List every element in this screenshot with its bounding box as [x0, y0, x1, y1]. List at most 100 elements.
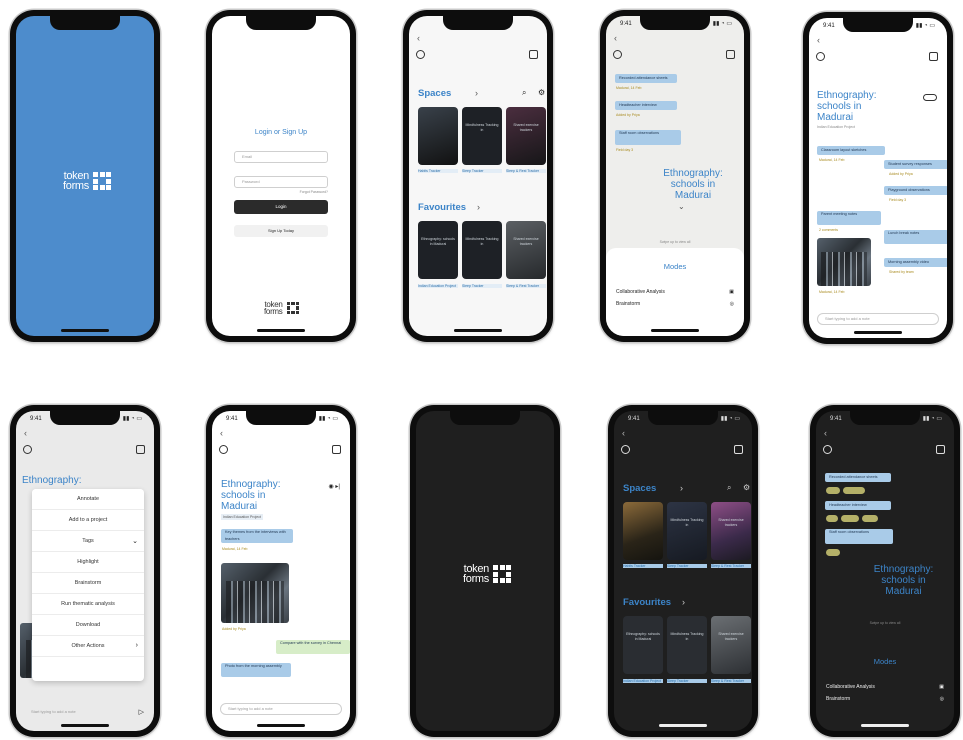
menu-item-highlight[interactable]: Highlight [32, 552, 144, 573]
settings-icon[interactable]: ⚙ [538, 88, 545, 97]
space-card[interactable]: Shared exercise trackers [711, 502, 751, 560]
favourite-card[interactable]: Ethnography: schools in Madurai [418, 221, 458, 279]
project-title: Ethnography: schools in Madurai [817, 90, 907, 123]
user-icon[interactable] [23, 445, 32, 454]
favourites-heading[interactable]: Favourites [623, 597, 671, 608]
email-field[interactable]: Email [234, 151, 328, 163]
modes-heading: Modes [873, 657, 897, 666]
space-card[interactable] [623, 502, 663, 560]
chevron-right-icon[interactable]: › [477, 202, 480, 212]
search-icon[interactable]: ⌕ [522, 88, 526, 98]
user-icon[interactable] [219, 445, 228, 454]
back-chevron-icon[interactable]: ‹ [614, 33, 617, 43]
menu-item-download[interactable]: Download [32, 615, 144, 636]
space-card[interactable] [418, 107, 458, 165]
splash-screen-dark: token forms [416, 411, 554, 731]
project-title[interactable]: Ethnography: schools in Madurai [648, 168, 738, 201]
home-icon[interactable] [936, 445, 945, 454]
note-chip[interactable]: Playground observations [884, 186, 947, 195]
home-icon[interactable] [136, 445, 145, 454]
chevron-right-icon[interactable]: › [682, 597, 685, 607]
user-icon[interactable] [613, 50, 622, 59]
phone-project-modes-light: 9:41 ▮▮ ◔ ▭ ‹ Recorded attendance sheets … [600, 10, 750, 342]
note-input[interactable]: Start typing to add a note [817, 313, 939, 325]
menu-item-annotate[interactable]: Annotate [32, 489, 144, 510]
note-chip[interactable]: Lunch break notes [884, 230, 947, 244]
favourite-card[interactable]: Shared exercise trackers [711, 616, 751, 674]
note-chip[interactable]: Classroom layout sketches [817, 146, 885, 155]
mode-item[interactable]: Collaborative Analysis [616, 289, 665, 295]
note-input[interactable]: Start typing to add a note [220, 703, 342, 715]
menu-item-add-to-project[interactable]: Add to a project [32, 510, 144, 531]
space-card[interactable]: Mindfulness Tracking in [667, 502, 707, 560]
chevron-down-icon[interactable]: ⌄ [678, 202, 685, 211]
sign-up-link[interactable]: Sign Up Today [234, 225, 328, 237]
login-title: Login or Sign Up [254, 129, 308, 136]
note-chip[interactable]: Parent meeting notes [817, 211, 881, 225]
favourite-card[interactable]: Shared exercise trackers [506, 221, 546, 279]
home-icon[interactable] [529, 50, 538, 59]
classroom-photo[interactable] [817, 238, 871, 286]
user-icon[interactable] [416, 50, 425, 59]
project-title[interactable]: Ethnography: schools in Madurai [861, 564, 946, 597]
home-icon[interactable] [332, 445, 341, 454]
chevron-right-icon[interactable]: › [475, 88, 478, 98]
password-field[interactable]: Password [234, 176, 328, 188]
menu-item-brainstorm[interactable]: Brainstorm [32, 573, 144, 594]
space-card[interactable]: Mindfulness Tracking in [462, 107, 502, 165]
note-input[interactable]: Start typing to add a note [24, 707, 146, 719]
chat-bubble[interactable]: Key themes from the interviews with teac… [221, 529, 293, 543]
back-chevron-icon[interactable]: ‹ [824, 428, 827, 438]
menu-item-tags[interactable]: Tags [32, 531, 144, 552]
back-chevron-icon[interactable]: ‹ [24, 428, 27, 438]
home-icon[interactable] [929, 52, 938, 61]
chat-bubble[interactable]: Photo from the morning assembly [221, 663, 291, 677]
mode-item[interactable]: Brainstorm [616, 301, 640, 307]
note-chip[interactable]: Recorded attendance sheets [825, 473, 891, 482]
note-chip[interactable]: Headteacher interview [825, 501, 891, 510]
note-chip[interactable]: Headteacher interview [615, 101, 677, 110]
back-chevron-icon[interactable]: ‹ [622, 428, 625, 438]
back-chevron-icon[interactable]: ‹ [220, 428, 223, 438]
favourites-heading[interactable]: Favourites [418, 202, 466, 213]
back-chevron-icon[interactable]: ‹ [417, 33, 420, 43]
mode-item[interactable]: Brainstorm [826, 696, 850, 702]
spaces-heading[interactable]: Spaces [623, 483, 656, 494]
home-icon[interactable] [734, 445, 743, 454]
settings-icon[interactable]: ⚙ [743, 483, 750, 492]
user-icon[interactable] [816, 52, 825, 61]
user-icon[interactable] [823, 445, 832, 454]
favourite-card[interactable]: Mindfulness Tracking in [462, 221, 502, 279]
space-card-label: Sleep Tracker [462, 169, 502, 173]
toggle-icon[interactable]: ◉ ▸| [329, 483, 340, 490]
project-subtitle: Indian Education Project [817, 125, 855, 129]
note-chip[interactable]: Student survey responses [884, 160, 947, 169]
search-icon[interactable]: ⌕ [727, 483, 731, 493]
favourite-card[interactable]: Mindfulness Tracking in [667, 616, 707, 674]
forgot-password-link[interactable]: Forgot Password? [300, 190, 328, 194]
login-button[interactable]: Login [234, 200, 328, 214]
chip-note: Shared by team [889, 270, 914, 274]
brand-line-2: forms [63, 180, 90, 192]
menu-item-other-actions[interactable]: Other Actions [32, 636, 144, 657]
classroom-photo[interactable] [221, 563, 289, 623]
note-chip[interactable]: Recorded attendance sheets [615, 74, 677, 83]
favourite-card[interactable]: Ethnography: schools in Madurai [623, 616, 663, 674]
mode-item[interactable]: Collaborative Analysis [826, 684, 875, 690]
home-icon[interactable] [726, 50, 735, 59]
space-card[interactable]: Shared exercise trackers [506, 107, 546, 165]
spaces-heading[interactable]: Spaces [418, 88, 451, 99]
status-icons: ▮▮ ◔ ▭ [915, 23, 935, 29]
note-chip[interactable]: Morning assembly video [884, 258, 947, 267]
send-icon[interactable]: ▷ [139, 708, 144, 716]
chevron-right-icon[interactable]: › [680, 483, 683, 493]
space-card-label: Habits Tracker [418, 169, 458, 173]
note-chip[interactable]: Staff room observations [825, 529, 893, 544]
menu-item-thematic-analysis[interactable]: Run thematic analysis [32, 594, 144, 615]
note-chip[interactable]: Staff room observations [615, 130, 681, 145]
chat-bubble[interactable]: Compare with the survey in Chennai [276, 640, 350, 654]
toggle-icon[interactable] [923, 94, 937, 101]
user-icon[interactable] [621, 445, 630, 454]
status-icons: ▮▮ ◔ ▭ [720, 416, 740, 422]
back-chevron-icon[interactable]: ‹ [817, 35, 820, 45]
